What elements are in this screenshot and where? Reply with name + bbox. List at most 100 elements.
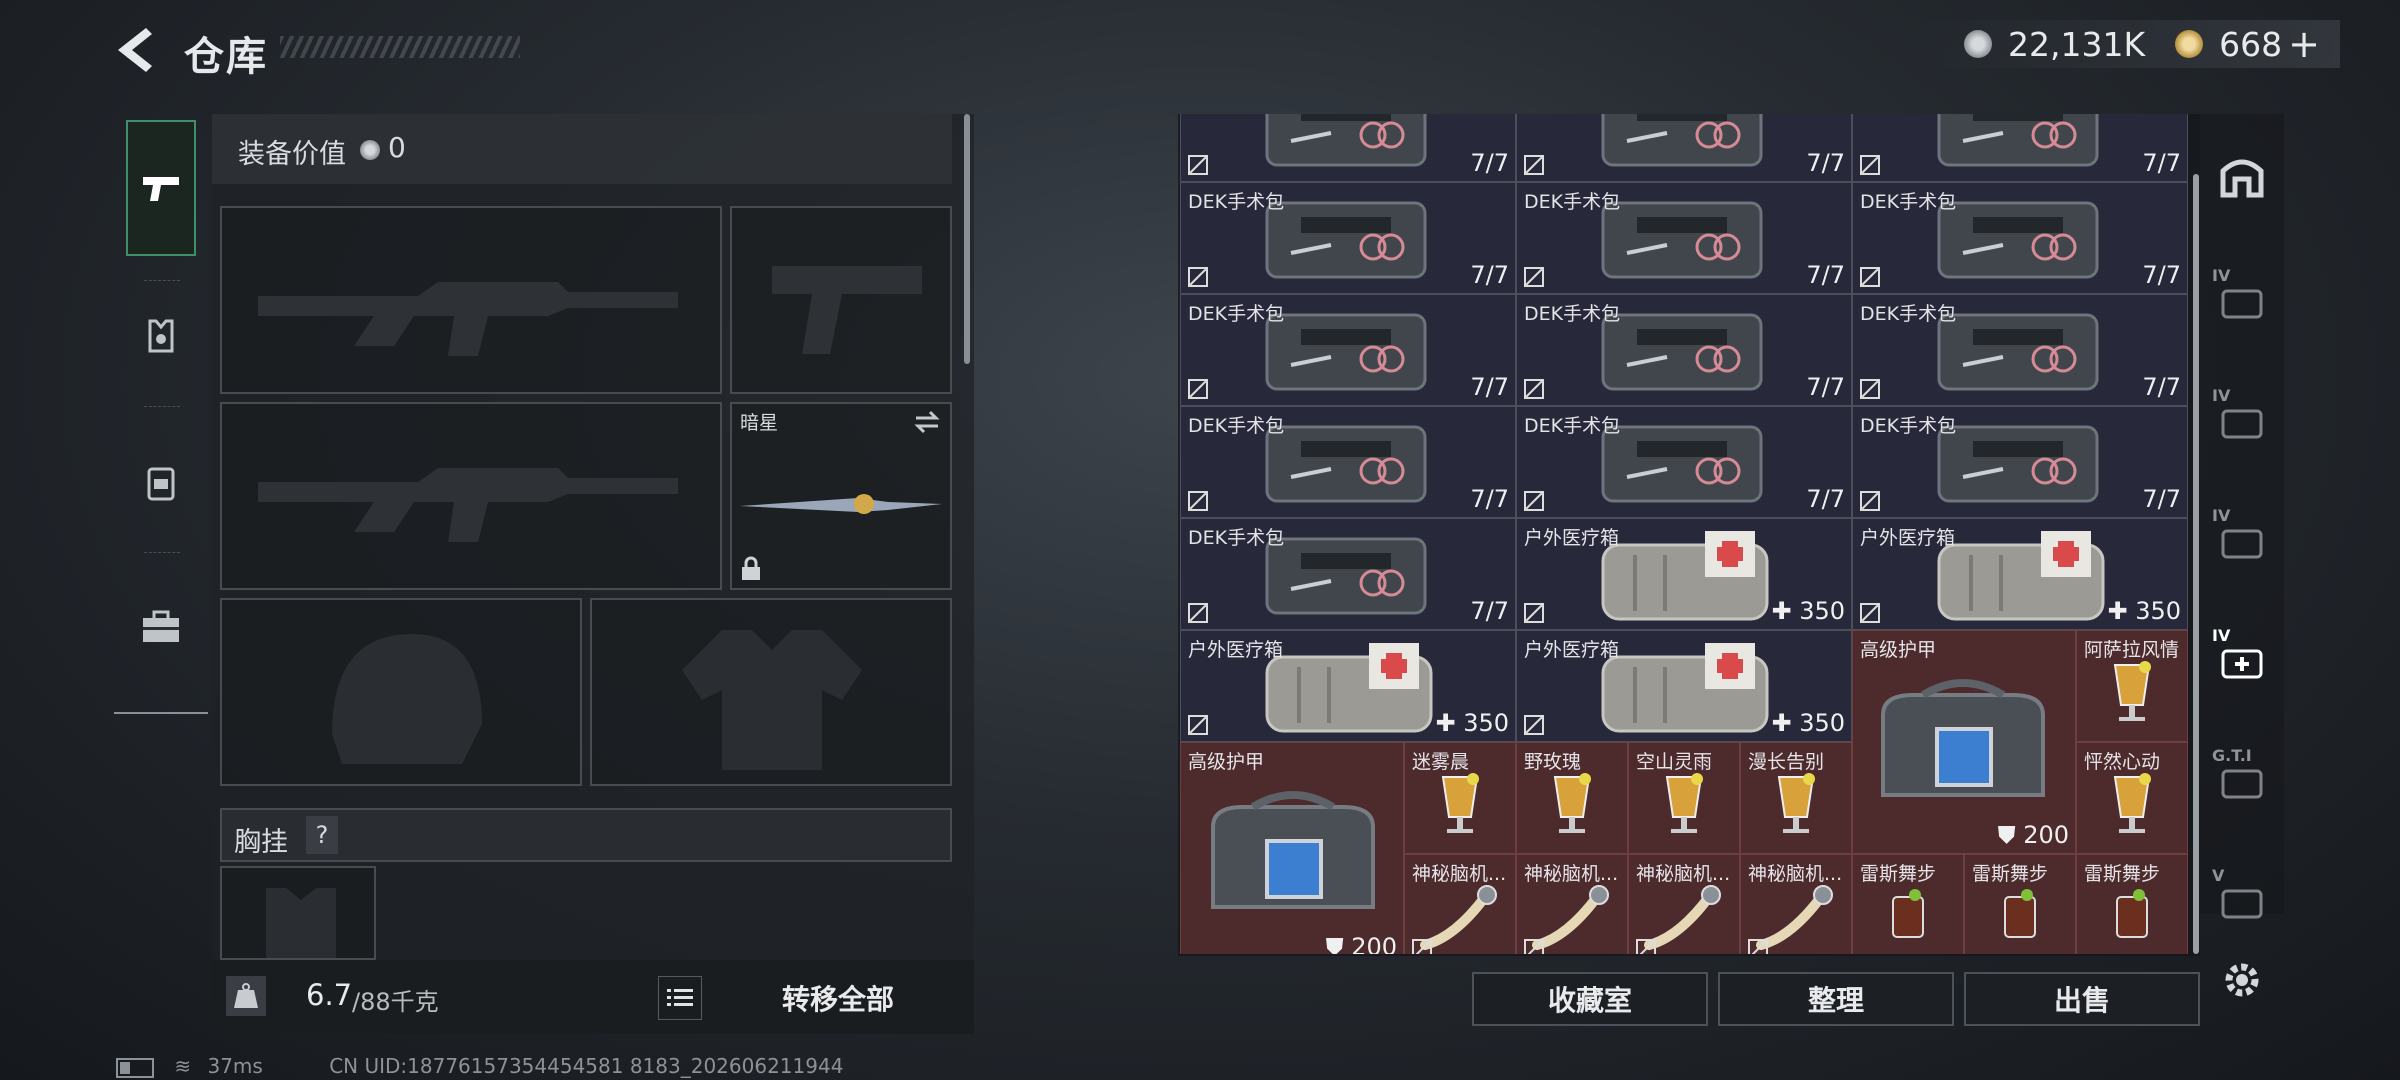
chest-rig-slot[interactable] xyxy=(220,866,376,960)
inventory-item-outdoor-medkit[interactable]: 户外医疗箱 ✚ 350 xyxy=(1516,630,1852,742)
rifle-silhouette-icon xyxy=(258,282,678,356)
inventory-item-dance-drink[interactable]: 雷斯舞步 xyxy=(2076,854,2188,954)
item-count: 7/7 xyxy=(2142,149,2181,177)
no-trade-icon xyxy=(1188,603,1208,623)
page-title: 仓库 xyxy=(184,34,268,80)
inventory-item-advanced-armor[interactable]: 高级护甲 ⛊ 200 xyxy=(1852,630,2076,854)
outdoor-medkit-icon xyxy=(1265,643,1433,733)
inventory-item-surgical-kit[interactable]: DEK手术包 7/7 xyxy=(1180,406,1516,518)
back-arrow-icon xyxy=(118,28,152,72)
lock-icon xyxy=(742,556,760,580)
item-count: ✚ 350 xyxy=(1771,709,1845,737)
no-trade-icon xyxy=(1524,603,1544,623)
tab-backpack[interactable] xyxy=(126,448,196,518)
cocktail-icon xyxy=(2113,661,2151,721)
home-arch-icon xyxy=(2220,159,2264,198)
item-name: 高级护甲 xyxy=(1860,639,1937,661)
transfer-all-button[interactable]: 转移全部 xyxy=(782,978,894,1018)
chest-rig-help-icon[interactable]: ? xyxy=(306,816,338,854)
inventory-item-surgical-kit[interactable]: DEK手术包 7/7 xyxy=(1180,518,1516,630)
weight-kg-icon xyxy=(226,976,266,1016)
item-count: 7/7 xyxy=(2142,261,2181,289)
inventory-item-dance-drink[interactable]: 雷斯舞步 xyxy=(1852,854,1964,954)
inventory-item-dance-drink[interactable]: 雷斯舞步 xyxy=(1964,854,2076,954)
outdoor-medkit-icon xyxy=(1937,531,2105,621)
inventory-item-cocktail[interactable]: 迷雾晨 xyxy=(1404,742,1516,854)
back-button[interactable] xyxy=(112,24,160,76)
inventory-item-surgical-kit[interactable]: DEK手术包 7/7 xyxy=(1852,294,2188,406)
surgical-kit-icon xyxy=(1937,114,2099,167)
inventory-item-surgical-kit[interactable]: DEK手术包 7/7 xyxy=(1516,182,1852,294)
category-item-icon xyxy=(2221,409,2263,439)
sell-button[interactable]: 出售 xyxy=(1964,972,2200,1026)
item-count: 7/7 xyxy=(2142,373,2181,401)
primary-weapon-slot[interactable] xyxy=(220,206,722,394)
inventory-item-brain-chip[interactable]: 神秘脑机... xyxy=(1516,854,1628,954)
inventory-item-cocktail[interactable]: 怦然心动 xyxy=(2076,742,2188,854)
equip-scrollbar[interactable] xyxy=(964,114,970,364)
item-name: 高级护甲 xyxy=(1188,751,1265,773)
category-tab-2[interactable]: IV xyxy=(2210,384,2274,448)
inventory-item-brain-chip[interactable]: 神秘脑机... xyxy=(1404,854,1516,954)
inventory-item-surgical-kit[interactable]: DEK手术包 7/7 xyxy=(1852,182,2188,294)
category-tab-3[interactable]: IV xyxy=(2210,504,2274,568)
category-tab-1[interactable]: IV xyxy=(2210,264,2274,328)
settings-gear-button[interactable] xyxy=(2210,948,2274,1012)
inventory-item-surgical-kit[interactable]: DEK手术包 7/7 xyxy=(1516,294,1852,406)
category-tab-6[interactable]: V xyxy=(2210,864,2274,928)
inventory-item-outdoor-medkit[interactable]: 户外医疗箱 ✚ 350 xyxy=(1516,518,1852,630)
dance-drink-icon xyxy=(2004,889,2036,938)
cocktail-icon xyxy=(2113,773,2151,833)
category-label: IV xyxy=(2212,506,2231,525)
sidearm-slot[interactable] xyxy=(730,206,952,394)
inventory-item-surgical-kit[interactable]: 7/7 xyxy=(1180,114,1516,182)
swap-icon[interactable] xyxy=(912,410,942,434)
no-trade-icon xyxy=(1860,267,1880,287)
item-count: 7/7 xyxy=(1806,373,1845,401)
inventory-item-surgical-kit[interactable]: DEK手术包 7/7 xyxy=(1180,182,1516,294)
inventory-item-surgical-kit[interactable]: 7/7 xyxy=(1516,114,1852,182)
no-trade-icon xyxy=(1860,379,1880,399)
chest-rig-header: 胸挂 ? xyxy=(220,808,952,862)
inventory-item-surgical-kit[interactable]: DEK手术包 7/7 xyxy=(1180,294,1516,406)
sort-button[interactable]: 整理 xyxy=(1718,972,1954,1026)
inventory-item-brain-chip[interactable]: 神秘脑机... xyxy=(1628,854,1740,954)
inventory-item-advanced-armor[interactable]: 高级护甲 ⛊ 200 xyxy=(1180,742,1404,954)
category-all[interactable] xyxy=(2210,144,2274,208)
tab-armor[interactable] xyxy=(126,302,196,372)
inventory-item-surgical-kit[interactable]: DEK手术包 7/7 xyxy=(1852,406,2188,518)
inventory-item-cocktail[interactable]: 阿萨拉风情 xyxy=(2076,630,2188,742)
item-name: DEK手术包 xyxy=(1524,191,1621,213)
premium-add-button[interactable]: + xyxy=(2288,22,2320,66)
list-icon[interactable] xyxy=(658,976,702,1020)
item-count: 7/7 xyxy=(1806,261,1845,289)
item-durability: ⛊ 200 xyxy=(1325,933,1397,954)
inventory-item-cocktail[interactable]: 野玫瑰 xyxy=(1516,742,1628,854)
item-name: DEK手术包 xyxy=(1524,415,1621,437)
inventory-item-cocktail[interactable]: 漫长告别 xyxy=(1740,742,1852,854)
no-trade-icon xyxy=(1188,715,1208,735)
inventory-item-outdoor-medkit[interactable]: 户外医疗箱 ✚ 350 xyxy=(1852,518,2188,630)
category-label: V xyxy=(2212,866,2225,885)
inventory-item-outdoor-medkit[interactable]: 户外医疗箱 ✚ 350 xyxy=(1180,630,1516,742)
helmet-slot[interactable] xyxy=(220,598,582,786)
coin-icon xyxy=(1964,30,1993,58)
inventory-scrollbar[interactable] xyxy=(2193,174,2199,954)
melee-slot[interactable]: 暗星 xyxy=(730,402,952,590)
no-trade-icon xyxy=(1524,379,1544,399)
inventory-item-surgical-kit[interactable]: DEK手术包 7/7 xyxy=(1516,406,1852,518)
tab-weapons[interactable] xyxy=(126,120,196,256)
collection-room-button[interactable]: 收藏室 xyxy=(1472,972,1708,1026)
item-name: 空山灵雨 xyxy=(1636,751,1713,773)
weight-max: /88千克 xyxy=(352,988,439,1016)
item-name: 漫长告别 xyxy=(1748,751,1825,773)
inventory-item-cocktail[interactable]: 空山灵雨 xyxy=(1628,742,1740,854)
category-tab-5[interactable]: G.T.I xyxy=(2210,744,2274,808)
secondary-weapon-slot[interactable] xyxy=(220,402,722,590)
inventory-item-surgical-kit[interactable]: 7/7 xyxy=(1852,114,2188,182)
category-label: IV xyxy=(2212,266,2231,285)
inventory-item-brain-chip[interactable]: 神秘脑机... xyxy=(1740,854,1852,954)
body-armor-slot[interactable] xyxy=(590,598,952,786)
tab-toolbox[interactable] xyxy=(126,592,196,662)
category-tab-4[interactable]: IV xyxy=(2210,624,2274,688)
